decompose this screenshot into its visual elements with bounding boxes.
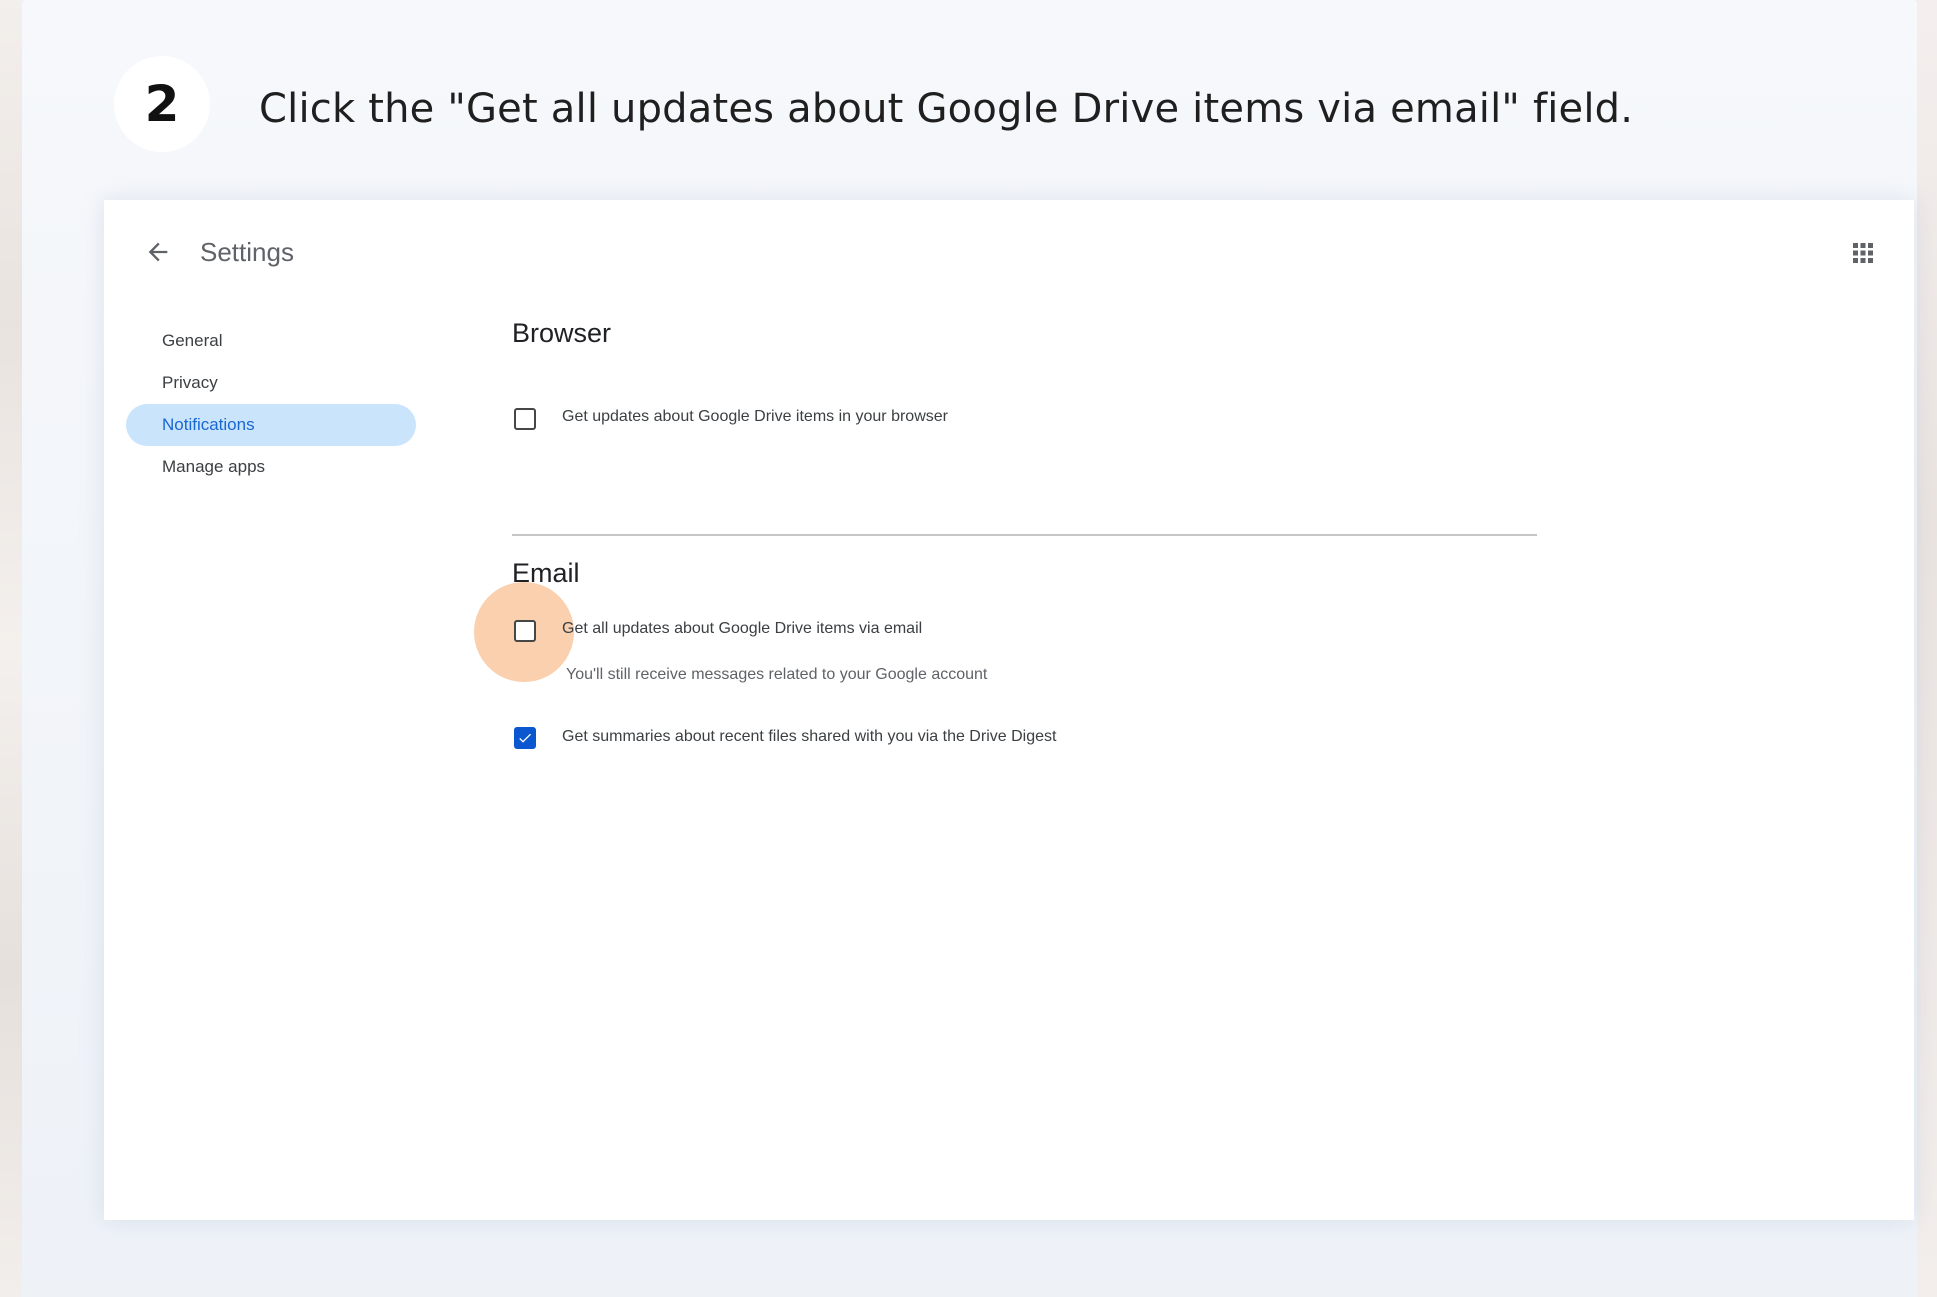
apps-grid-icon[interactable] xyxy=(1850,240,1876,266)
sidebar-item-label: Privacy xyxy=(162,373,218,392)
page-title: Settings xyxy=(200,237,294,267)
sidebar-item-label: Notifications xyxy=(162,415,255,434)
sidebar-item-manage-apps[interactable]: Manage apps xyxy=(126,446,416,488)
sidebar-item-label: General xyxy=(162,331,223,350)
email-all-updates-sublabel: You'll still receive messages related to… xyxy=(566,666,988,683)
settings-sidebar: General Privacy Notifications Manage app… xyxy=(126,320,416,488)
sidebar-item-privacy[interactable]: Privacy xyxy=(126,362,416,404)
email-all-updates-label: Get all updates about Google Drive items… xyxy=(562,620,923,637)
sidebar-item-general[interactable]: General xyxy=(126,320,416,362)
browser-section-title: Browser xyxy=(512,318,612,348)
drive-digest-checkbox[interactable] xyxy=(514,727,536,749)
step-instruction: Click the "Get all updates about Google … xyxy=(259,86,1634,132)
browser-updates-label: Get updates about Google Drive items in … xyxy=(562,408,948,425)
settings-header: Settings xyxy=(104,200,1914,300)
browser-updates-checkbox[interactable] xyxy=(514,408,536,430)
sidebar-item-notifications[interactable]: Notifications xyxy=(126,404,416,446)
checkmark-icon xyxy=(519,733,531,743)
sidebar-item-label: Manage apps xyxy=(162,457,266,476)
settings-screenshot: Settings General Privacy Notifications M… xyxy=(104,200,1914,1220)
step-number: 2 xyxy=(144,75,180,133)
arrow-back-icon[interactable] xyxy=(144,238,172,266)
email-all-updates-checkbox[interactable] xyxy=(514,620,536,642)
left-background-strip xyxy=(0,0,22,1297)
tutorial-step-card: 2 Click the "Get all updates about Googl… xyxy=(22,0,1917,1275)
section-divider xyxy=(512,534,1537,536)
drive-digest-label: Get summaries about recent files shared … xyxy=(562,728,1057,745)
email-section-title: Email xyxy=(512,558,580,588)
step-number-badge: 2 xyxy=(114,56,210,152)
right-background-strip xyxy=(1917,0,1937,1297)
